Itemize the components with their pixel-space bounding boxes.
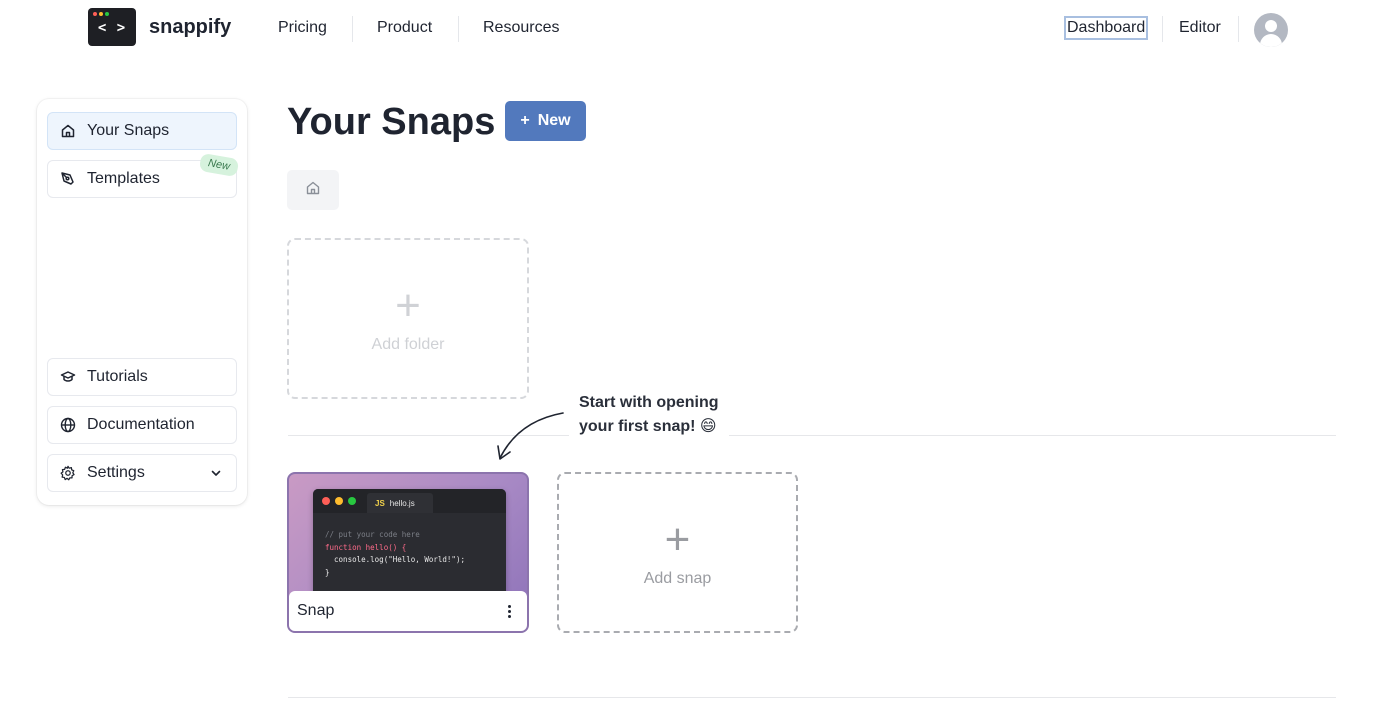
sidebar-item-documentation[interactable]: Documentation [47,406,237,444]
add-snap-label: Add snap [643,570,712,587]
graduation-cap-icon [60,369,76,385]
sidebar-item-tutorials[interactable]: Tutorials [47,358,237,396]
sidebar-item-label: Templates [87,170,160,187]
new-snap-button[interactable]: + New [505,101,586,141]
plus-icon: + [664,515,691,564]
sidebar-item-label: Tutorials [87,368,148,385]
code-line: } [325,567,330,577]
js-file-icon: JS [375,498,385,508]
code-line: console.log("Hello, World!"); [325,555,465,564]
top-navigation: < > snappify Pricing Product Resources D… [0,0,1389,58]
home-icon [305,180,321,201]
sidebar: Your Snaps Templates New Tutorials Docum… [37,99,247,505]
nav-resources[interactable]: Resources [483,19,559,37]
window-dots [93,12,109,16]
section-divider [288,697,1336,698]
gear-icon [60,465,76,481]
nav-divider [352,16,353,42]
hint-line-2: your first snap! 😄 [579,418,717,435]
snap-card[interactable]: JS hello.js // put your code here functio… [287,472,529,633]
snap-name[interactable]: Snap [297,602,334,620]
section-divider [288,435,1336,436]
code-tab: JS hello.js [367,493,433,513]
nav-divider [1238,16,1239,42]
nav-divider [458,16,459,42]
user-avatar[interactable] [1254,13,1288,47]
code-line: // put your code here [325,530,420,539]
nav-pricing[interactable]: Pricing [278,19,327,37]
code-line: function hello() { [325,542,407,552]
logo-glyph: < > [97,20,127,36]
sidebar-item-label: Documentation [87,416,195,433]
logo-icon[interactable]: < > [88,8,136,46]
sidebar-item-your-snaps[interactable]: Your Snaps [47,112,237,150]
home-icon [60,123,76,139]
code-preview: JS hello.js // put your code here functio… [313,489,506,599]
globe-icon [60,417,76,433]
curved-arrow-icon [497,412,564,460]
pen-nib-icon [60,171,76,187]
nav-divider [1162,16,1163,42]
snap-footer: Snap [289,591,527,631]
brand-name[interactable]: snappify [149,16,231,39]
nav-product[interactable]: Product [377,19,432,37]
sidebar-item-label: Your Snaps [87,122,170,139]
breadcrumb-home[interactable] [287,170,339,210]
onboarding-hint: Start with opening your first snap! 😄 [569,389,729,443]
window-titlebar: JS hello.js [313,489,506,513]
plus-icon: + [395,281,421,330]
more-vertical-icon[interactable] [503,600,515,622]
code-text: // put your code here function hello() { … [325,529,465,579]
add-folder-card[interactable]: + Add folder [287,238,529,399]
add-folder-label: Add folder [371,336,445,353]
page-title: Your Snaps [287,101,496,143]
chevron-down-icon[interactable] [208,465,224,481]
plus-icon: + [520,112,530,129]
code-tab-label: hello.js [389,498,415,508]
sidebar-item-label: Settings [87,464,145,481]
new-button-label: New [537,112,571,129]
sidebar-item-settings[interactable]: Settings [47,454,237,492]
hint-line-1: Start with opening [579,394,719,411]
nav-dashboard[interactable]: Dashboard [1064,16,1149,40]
nav-editor[interactable]: Editor [1179,19,1221,37]
add-snap-card[interactable]: + Add snap [557,472,798,633]
